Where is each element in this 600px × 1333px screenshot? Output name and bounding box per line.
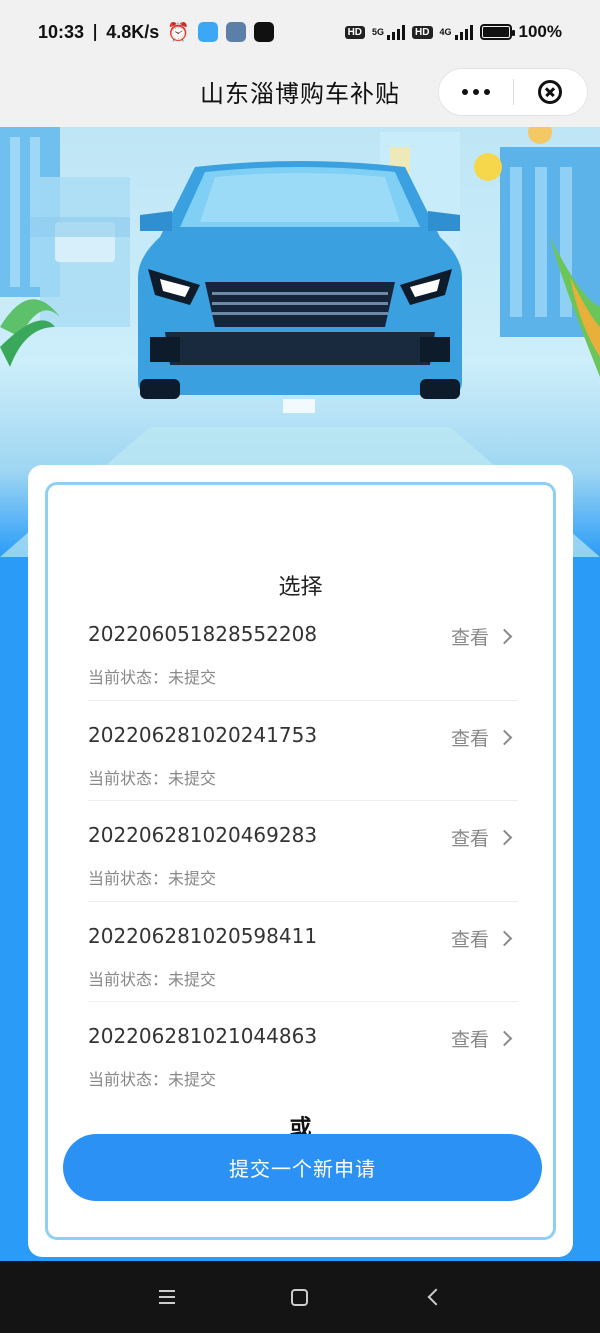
back-button[interactable] [413,1277,453,1317]
view-label: 查看 [450,1029,489,1051]
application-list: 202206051828552208 查看 当前状态：未提交 202206281… [88,600,518,1103]
net-5g-label: 5G [372,27,385,37]
status-value: 未提交 [168,668,217,687]
application-status: 当前状态：未提交 [88,865,216,889]
battery-level: 100% [518,22,562,41]
more-dots-icon [461,89,490,95]
card-inner-border: 选择 202206051828552208 查看 当前状态：未提交 202206… [45,482,556,1240]
menu-icon [158,1290,175,1304]
home-icon [291,1288,309,1306]
status-prefix: 当前状态： [88,768,169,788]
application-status: 当前状态：未提交 [88,966,216,990]
view-label: 查看 [450,828,489,850]
signal-icon [387,24,406,40]
application-number: 202206051828552208 [88,622,318,646]
application-number: 202206281020469283 [88,823,318,847]
status-time: 10:33 [38,21,85,42]
view-link[interactable]: 查看 [450,623,513,650]
application-card: 选择 202206051828552208 查看 当前状态：未提交 202206… [28,465,573,1257]
back-icon [427,1288,445,1306]
list-item[interactable]: 202206051828552208 查看 当前状态：未提交 [88,600,518,701]
mini-program-capsule [438,68,588,116]
close-circle-icon [538,80,563,104]
status-value: 未提交 [168,969,217,989]
application-number: 202206281020241753 [88,722,318,747]
chevron-right-icon [496,729,513,745]
application-status: 当前状态：未提交 [88,1066,216,1090]
list-item[interactable]: 202206281020598411 查看 当前状态：未提交 [88,902,518,1002]
submit-new-application-button[interactable]: 提交一个新申请 [63,1134,542,1201]
network-speed: 4.8K/s [106,21,160,42]
view-label: 查看 [450,627,489,649]
net-4g-label: 4G [439,27,452,37]
system-navigation-bar [0,1261,600,1333]
status-value: 未提交 [168,1070,217,1089]
view-label: 查看 [450,928,489,951]
status-prefix: 当前状态： [88,969,169,989]
application-status: 当前状态：未提交 [88,765,216,789]
application-number: 202206281021044863 [88,1024,318,1048]
application-number: 202206281020598411 [88,923,318,948]
app-notification-icon [197,22,218,42]
status-prefix: 当前状态： [88,869,169,888]
chevron-right-icon [496,829,513,846]
view-label: 查看 [450,727,489,750]
battery-icon [479,24,515,40]
status-value: 未提交 [168,768,217,788]
chevron-right-icon [496,1030,513,1047]
nav-bar: 山东淄博购车补贴 [0,64,600,127]
tiktok-notification-icon [253,22,274,42]
settings-notification-icon [225,22,246,42]
signal-icon-2 [454,24,473,40]
alarm-icon: ⏰ [167,21,190,43]
list-item[interactable]: 202206281020469283 查看 当前状态：未提交 [88,801,518,902]
chevron-right-icon [496,930,513,946]
view-link[interactable]: 查看 [450,925,513,952]
home-button[interactable] [280,1277,320,1317]
view-link[interactable]: 查看 [450,1025,513,1052]
close-button[interactable] [514,69,588,115]
status-prefix: 当前状态： [88,1070,169,1089]
select-heading: 选择 [278,575,323,600]
more-button[interactable] [439,69,513,115]
status-value: 未提交 [168,869,217,888]
status-bar: 10:33 | 4.8K/s ⏰ HD 5G HD 4G 100% [0,0,600,64]
application-status: 当前状态：未提交 [88,664,216,688]
view-link[interactable]: 查看 [450,824,513,851]
view-link[interactable]: 查看 [450,724,513,751]
menu-button[interactable] [147,1277,187,1317]
hd-icon: HD [344,25,366,39]
status-prefix: 当前状态： [88,668,169,687]
chevron-right-icon [496,628,513,645]
list-item[interactable]: 202206281020241753 查看 当前状态：未提交 [88,701,518,801]
list-item[interactable]: 202206281021044863 查看 当前状态：未提交 [88,1002,518,1103]
hd-icon-2: HD [412,25,433,39]
